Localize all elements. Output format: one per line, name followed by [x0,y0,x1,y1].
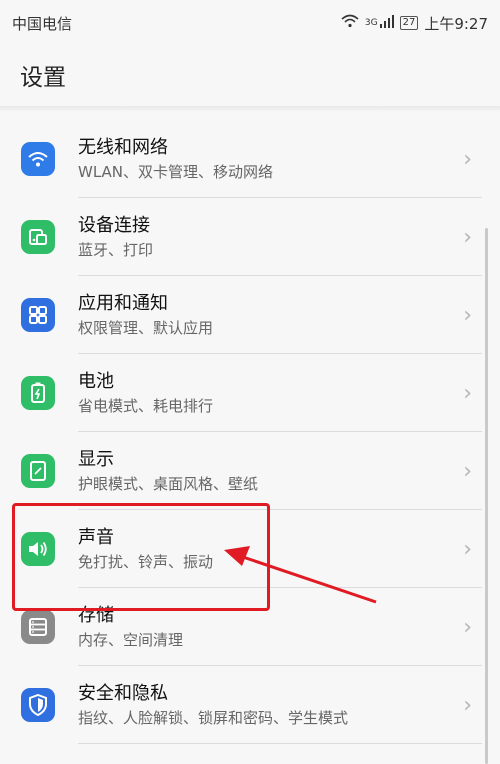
annotation-arrow [224,546,377,604]
